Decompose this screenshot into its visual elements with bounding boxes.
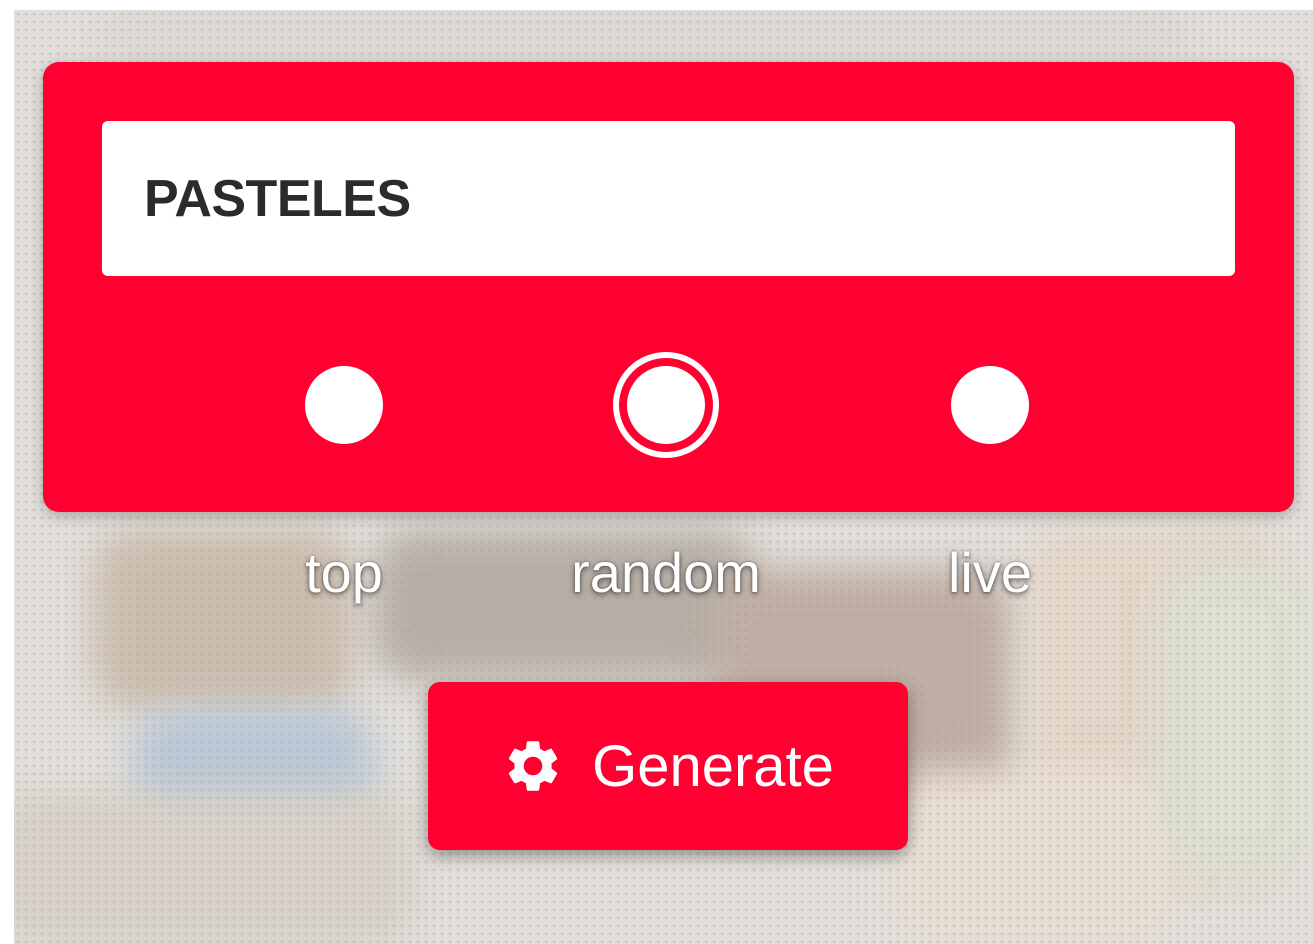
radio-top[interactable]: [305, 366, 383, 444]
option-label-random[interactable]: random: [571, 540, 761, 605]
search-card: [43, 62, 1294, 512]
radio-live[interactable]: [951, 366, 1029, 444]
search-input[interactable]: [142, 167, 1196, 230]
option-label-top[interactable]: top: [305, 540, 383, 605]
search-field[interactable]: [102, 121, 1235, 276]
gear-icon: [508, 741, 558, 791]
page: top random live Generate: [0, 0, 1313, 944]
generate-label: Generate: [592, 733, 834, 799]
option-label-live[interactable]: live: [948, 540, 1032, 605]
generate-button[interactable]: Generate: [428, 682, 908, 850]
radio-random[interactable]: [627, 366, 705, 444]
